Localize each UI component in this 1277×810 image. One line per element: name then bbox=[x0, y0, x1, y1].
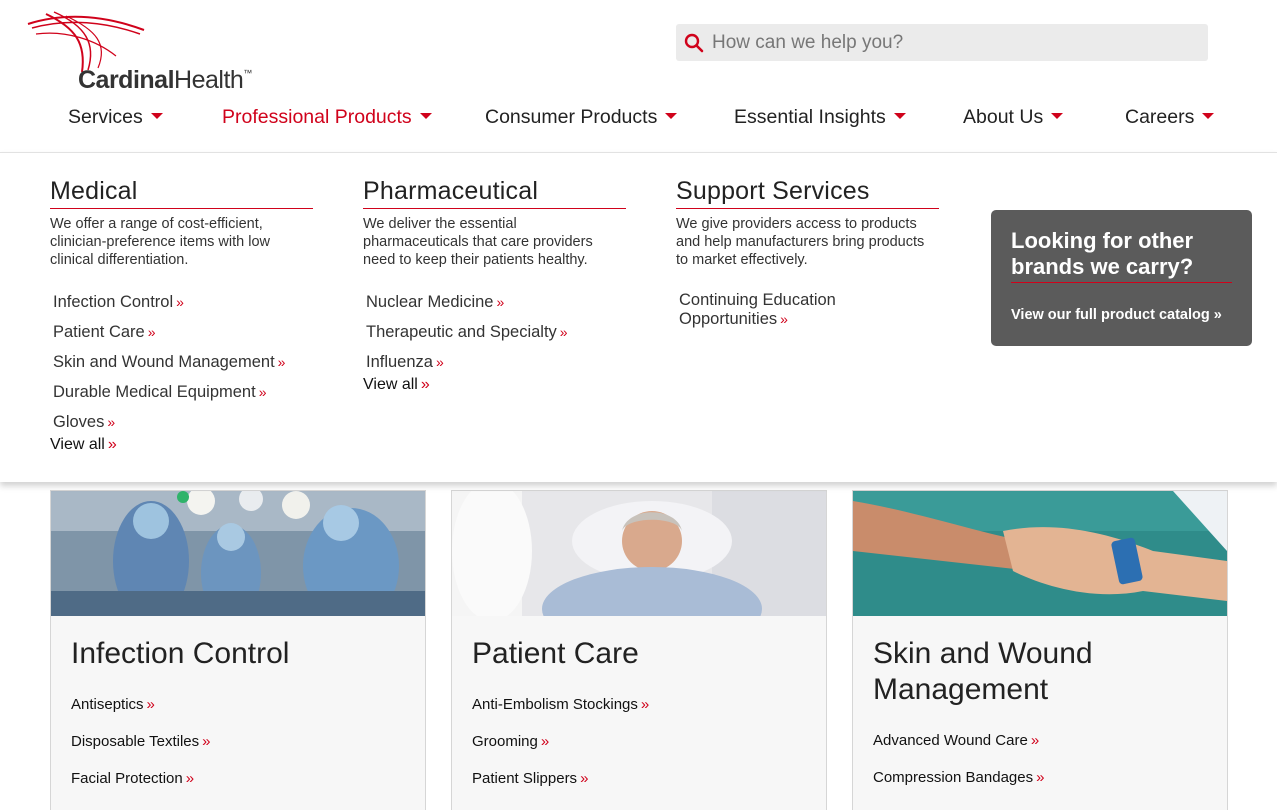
pharmaceutical-links: Nuclear Medicine» Therapeutic and Specia… bbox=[363, 291, 626, 381]
patient-photo bbox=[452, 491, 826, 616]
card-title[interactable]: Skin and Wound Management bbox=[873, 636, 1193, 708]
nav-careers[interactable]: Careers bbox=[1125, 106, 1215, 129]
product-catalog-box: Looking for other brands we carry? View … bbox=[991, 210, 1252, 346]
professional-products-menu: Medical We offer a range of cost-efficie… bbox=[0, 152, 1277, 482]
card-link-compression-bandages[interactable]: Compression Bandages» bbox=[873, 768, 1044, 805]
search-icon[interactable] bbox=[676, 24, 712, 61]
full-catalog-link[interactable]: View our full product catalog » bbox=[1011, 307, 1232, 323]
card-links: Advanced Wound Care» Compression Bandage… bbox=[873, 731, 1044, 805]
medical-heading[interactable]: Medical bbox=[50, 177, 313, 209]
card-title[interactable]: Patient Care bbox=[472, 636, 792, 672]
card-link-patient-slippers[interactable]: Patient Slippers» bbox=[472, 769, 649, 806]
pharmaceutical-description: We deliver the essential pharmaceuticals… bbox=[363, 216, 593, 268]
site-header: CardinalHealth™ Services Professional Pr… bbox=[0, 0, 1277, 152]
caret-down-icon bbox=[893, 112, 906, 119]
card-link-facial-protection[interactable]: Facial Protection» bbox=[71, 769, 210, 806]
search-input[interactable] bbox=[712, 24, 1208, 61]
medical-description: We offer a range of cost-efficient, clin… bbox=[50, 216, 270, 268]
nav-professional-products[interactable]: Professional Products bbox=[222, 106, 432, 129]
caret-down-icon bbox=[1051, 112, 1064, 119]
caret-down-icon bbox=[150, 112, 163, 119]
nav-services[interactable]: Services bbox=[68, 106, 163, 129]
menu-link-nuclear-medicine[interactable]: Nuclear Medicine» bbox=[366, 291, 626, 321]
pharmaceutical-view-all-link[interactable]: View all» bbox=[363, 376, 626, 394]
menu-link-continuing-education[interactable]: Continuing Education Opportunities» bbox=[676, 291, 939, 329]
support-services-heading[interactable]: Support Services bbox=[676, 177, 939, 209]
card-link-grooming[interactable]: Grooming» bbox=[472, 732, 649, 769]
support-services-description: We give providers access to products and… bbox=[676, 216, 925, 268]
card-link-disposable-textiles[interactable]: Disposable Textiles» bbox=[71, 732, 210, 769]
menu-column-pharmaceutical: Pharmaceutical We deliver the essential … bbox=[363, 177, 626, 394]
medical-links: Infection Control» Patient Care» Skin an… bbox=[50, 291, 313, 441]
pharmaceutical-heading[interactable]: Pharmaceutical bbox=[363, 177, 626, 209]
search-bar[interactable] bbox=[676, 24, 1208, 61]
card-links: Anti-Embolism Stockings» Grooming» Patie… bbox=[472, 695, 649, 806]
menu-column-support-services: Support Services We give providers acces… bbox=[676, 177, 939, 329]
menu-column-medical: Medical We offer a range of cost-efficie… bbox=[50, 177, 313, 454]
catalog-heading: Looking for other brands we carry? bbox=[1011, 228, 1232, 283]
caret-down-icon bbox=[1202, 112, 1215, 119]
card-patient-care: Patient Care Anti-Embolism Stockings» Gr… bbox=[451, 490, 827, 810]
card-infection-control: Infection Control Antiseptics» Disposabl… bbox=[50, 490, 426, 810]
card-title[interactable]: Infection Control bbox=[71, 636, 391, 672]
card-link-antiseptics[interactable]: Antiseptics» bbox=[71, 695, 210, 732]
logo-wordmark: CardinalHealth™ bbox=[78, 66, 252, 94]
card-link-advanced-wound-care[interactable]: Advanced Wound Care» bbox=[873, 731, 1044, 768]
main-nav: Services Professional Products Consumer … bbox=[0, 106, 1277, 132]
nav-about-us[interactable]: About Us bbox=[963, 106, 1064, 129]
caret-down-icon bbox=[665, 112, 678, 119]
menu-link-infection-control[interactable]: Infection Control» bbox=[53, 291, 313, 321]
surgeons-photo bbox=[51, 491, 425, 616]
card-skin-wound: Skin and Wound Management Advanced Wound… bbox=[852, 490, 1228, 810]
nav-essential-insights[interactable]: Essential Insights bbox=[734, 106, 906, 129]
cardinal-health-logo[interactable]: CardinalHealth™ bbox=[26, 10, 266, 94]
menu-link-durable-equipment[interactable]: Durable Medical Equipment» bbox=[53, 381, 313, 411]
card-link-anti-embolism[interactable]: Anti-Embolism Stockings» bbox=[472, 695, 649, 732]
hands-photo bbox=[853, 491, 1227, 616]
nav-consumer-products[interactable]: Consumer Products bbox=[485, 106, 678, 129]
menu-link-patient-care[interactable]: Patient Care» bbox=[53, 321, 313, 351]
card-links: Antiseptics» Disposable Textiles» Facial… bbox=[71, 695, 210, 806]
menu-link-skin-wound[interactable]: Skin and Wound Management» bbox=[53, 351, 313, 381]
menu-link-therapeutic-specialty[interactable]: Therapeutic and Specialty» bbox=[366, 321, 626, 351]
caret-down-icon bbox=[419, 112, 432, 119]
medical-view-all-link[interactable]: View all» bbox=[50, 436, 313, 454]
